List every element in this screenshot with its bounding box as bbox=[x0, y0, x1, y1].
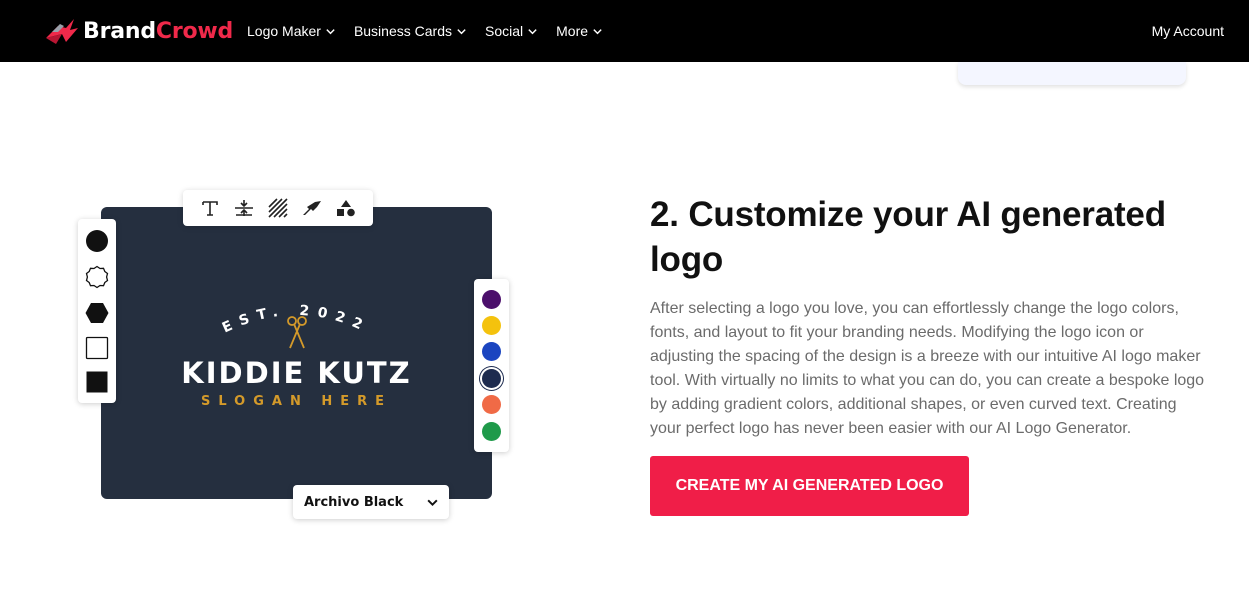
logo-name-text: KIDDIE KUTZ bbox=[181, 356, 412, 390]
color-swatch-green[interactable] bbox=[482, 422, 501, 441]
color-swatch-blue[interactable] bbox=[482, 342, 501, 361]
logo-slogan-text: SLOGAN HERE bbox=[200, 394, 393, 409]
font-dropdown-value: Archivo Black bbox=[304, 494, 404, 510]
brandcrowd-logo-icon bbox=[46, 19, 78, 44]
nav-business-cards[interactable]: Business Cards bbox=[354, 23, 467, 39]
nav-item-label: Social bbox=[484, 23, 524, 39]
brand-word-brand: Brand bbox=[83, 18, 156, 44]
scissors-icon bbox=[287, 316, 307, 349]
chevron-down-icon bbox=[457, 28, 466, 34]
top-navbar: BrandCrowd Logo Maker Business Cards Soc… bbox=[0, 0, 1249, 62]
section-body: After selecting a logo you love, you can… bbox=[650, 300, 1205, 437]
font-dropdown[interactable]: Archivo Black bbox=[293, 485, 449, 519]
color-swatch-yellow[interactable] bbox=[482, 316, 501, 335]
nav-social[interactable]: Social bbox=[485, 23, 538, 39]
color-swatch-purple[interactable] bbox=[482, 290, 501, 309]
nav-item-label: Logo Maker bbox=[247, 23, 321, 39]
texture-icon[interactable] bbox=[267, 197, 289, 219]
nav-item-label: More bbox=[556, 23, 589, 39]
shapes-icon[interactable] bbox=[335, 197, 357, 219]
logo-preview: EST. 2022 KIDDIE KUTZ SLOGAN HERE bbox=[101, 290, 492, 420]
my-account-link[interactable]: My Account bbox=[1152, 0, 1224, 62]
main-menu: Logo Maker Business Cards Social More bbox=[247, 0, 621, 62]
color-swatch-orange[interactable] bbox=[482, 395, 501, 414]
brand-wordmark: BrandCrowd bbox=[83, 19, 233, 44]
circle-filled-shape-icon[interactable] bbox=[85, 229, 109, 253]
color-swatch-navy-selected[interactable] bbox=[482, 369, 501, 388]
nav-item-label: Business Cards bbox=[353, 23, 452, 39]
chevron-down-icon bbox=[427, 499, 438, 506]
effects-icon[interactable] bbox=[301, 197, 323, 219]
badge-outline-shape-icon[interactable] bbox=[85, 265, 109, 289]
brandcrowd-logo[interactable]: BrandCrowd bbox=[44, 15, 233, 47]
chevron-down-icon bbox=[326, 28, 335, 34]
editor-toolbar bbox=[183, 190, 373, 226]
section-heading: 2. Customize your AI generated logo bbox=[650, 195, 1166, 279]
create-logo-button[interactable]: CREATE MY AI GENERATED LOGO bbox=[650, 456, 969, 516]
nav-logo-maker[interactable]: Logo Maker bbox=[247, 23, 336, 39]
brand-word-crowd: Crowd bbox=[155, 18, 234, 44]
chevron-down-icon bbox=[593, 28, 602, 34]
text-icon[interactable] bbox=[199, 197, 221, 219]
spacing-icon[interactable] bbox=[233, 197, 255, 219]
nav-more[interactable]: More bbox=[556, 23, 603, 39]
color-picker-panel bbox=[474, 279, 509, 452]
chevron-down-icon bbox=[528, 28, 537, 34]
card-bottom-edge bbox=[958, 62, 1186, 85]
